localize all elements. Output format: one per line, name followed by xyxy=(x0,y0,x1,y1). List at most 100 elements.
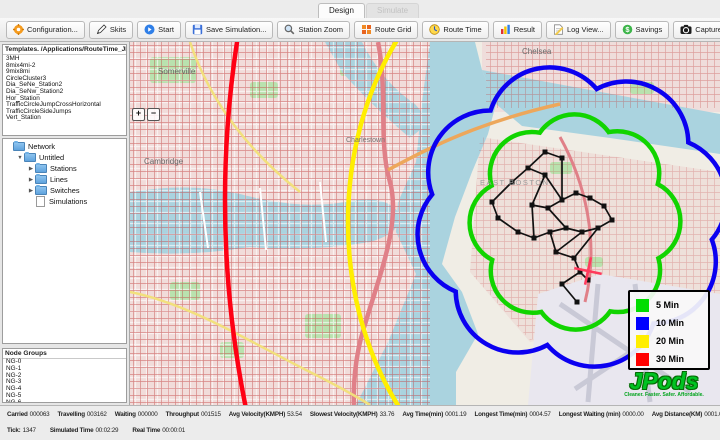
tree-item-untitled[interactable]: ▼ Untitled xyxy=(3,152,126,163)
tree-item-network[interactable]: Network xyxy=(3,141,126,152)
expander-closed-icon[interactable]: ▶ xyxy=(27,188,35,194)
network-station-node[interactable] xyxy=(490,200,495,205)
map-zoom-out-button[interactable]: − xyxy=(147,108,160,121)
network-station-node[interactable] xyxy=(574,191,579,196)
legend-row: 5 Min xyxy=(636,296,708,314)
map-zoom-control: + − xyxy=(132,108,160,121)
magnifier-icon xyxy=(284,24,295,35)
network-station-node[interactable] xyxy=(588,196,593,201)
legend-swatch xyxy=(636,335,649,348)
network-station-node[interactable] xyxy=(602,204,607,209)
status-metrics-row: Carried000063Travelling003162Waiting0000… xyxy=(0,406,720,423)
network-station-node[interactable] xyxy=(532,236,537,241)
folder-icon xyxy=(24,153,36,162)
status-metric: Avg Time(min)0001.19 xyxy=(402,411,466,418)
legend-label: 5 Min xyxy=(656,300,679,310)
route-grid-button[interactable]: Route Grid xyxy=(354,21,418,39)
status-timer: Real Time00:00:01 xyxy=(132,427,185,434)
network-station-node[interactable] xyxy=(580,230,585,235)
status-metric: Waiting000000 xyxy=(115,411,158,418)
capture-screen-button[interactable]: Capture Screen xyxy=(673,21,720,39)
node-group-item[interactable]: NG-2 xyxy=(3,373,126,380)
legend-row: 10 Min xyxy=(636,314,708,332)
route-time-button[interactable]: Route Time xyxy=(422,21,488,39)
network-station-node[interactable] xyxy=(516,230,521,235)
toolbar-button-label: Station Zoom xyxy=(298,25,343,34)
station-zoom-button[interactable]: Station Zoom xyxy=(277,21,350,39)
status-metric: Travelling003162 xyxy=(57,411,106,418)
toolbar-button-label: Result xyxy=(514,25,535,34)
tab-design[interactable]: Design xyxy=(318,3,365,19)
map-canvas[interactable]: + − 5 Min10 Min20 Min30 Min JPods Cleane… xyxy=(130,42,720,405)
node-group-item[interactable]: NG-4 xyxy=(3,386,126,393)
save-simulation-button[interactable]: Save Simulation... xyxy=(185,21,273,39)
map-zoom-in-button[interactable]: + xyxy=(132,108,145,121)
node-group-item[interactable]: NG-1 xyxy=(3,366,126,373)
network-station-node[interactable] xyxy=(572,256,577,261)
folder-icon xyxy=(35,175,47,184)
network-station-node[interactable] xyxy=(564,226,569,231)
node-group-item[interactable]: NG-3 xyxy=(3,379,126,386)
toolbar-button-label: Log View... xyxy=(567,25,604,34)
save-icon xyxy=(192,24,203,35)
templates-panel: Templates. /Applications/RouteTime_JPo..… xyxy=(2,44,127,136)
network-station-node[interactable] xyxy=(560,282,565,287)
tree-item-simulations[interactable]: Simulations xyxy=(3,196,126,207)
toolbar-button-label: Savings xyxy=(636,25,663,34)
network-station-node[interactable] xyxy=(543,173,548,178)
node-group-item[interactable]: NG-5 xyxy=(3,393,126,400)
status-timer: Tick:1347 xyxy=(7,427,36,434)
clock-icon xyxy=(429,24,440,35)
status-bar: Carried000063Travelling003162Waiting0000… xyxy=(0,405,720,440)
network-station-node[interactable] xyxy=(554,250,559,255)
skits-button[interactable]: Skits xyxy=(89,21,133,39)
node-group-item[interactable]: NG-0 xyxy=(3,359,126,366)
grid-icon xyxy=(361,24,372,35)
network-station-node[interactable] xyxy=(610,218,615,223)
legend-label: 30 Min xyxy=(656,354,684,364)
network-station-node[interactable] xyxy=(543,150,548,155)
network-station-node[interactable] xyxy=(560,198,565,203)
legend-swatch xyxy=(636,317,649,330)
node-group-item[interactable]: NG-6 xyxy=(3,400,126,403)
network-station-node[interactable] xyxy=(596,226,601,231)
expander-closed-icon[interactable]: ▶ xyxy=(27,177,35,183)
expander-open-icon[interactable]: ▼ xyxy=(16,155,24,161)
network-station-node[interactable] xyxy=(575,300,580,305)
network-station-node[interactable] xyxy=(548,230,553,235)
status-metric: Throughput001515 xyxy=(166,411,221,418)
network-station-node[interactable] xyxy=(560,156,565,161)
status-metric: Longest Waiting (min)0000.00 xyxy=(559,411,644,418)
expander-closed-icon[interactable]: ▶ xyxy=(27,166,35,172)
tree-item-stations[interactable]: ▶ Stations xyxy=(3,163,126,174)
tree-item-lines[interactable]: ▶Lines xyxy=(3,174,126,185)
tree-item-label: Untitled xyxy=(39,153,64,162)
configuration-button[interactable]: Configuration... xyxy=(6,21,85,39)
status-metric: Avg Velocity(KMPH)53.54 xyxy=(229,411,302,418)
result-button[interactable]: Result xyxy=(493,21,542,39)
network-station-node[interactable] xyxy=(496,216,501,221)
template-item[interactable]: Vert_Station xyxy=(3,115,126,122)
node-groups-list: NG-0NG-1NG-2NG-3NG-4NG-5NG-6NG-7NG-8 xyxy=(3,359,126,403)
gear-icon xyxy=(13,24,24,35)
pen-icon xyxy=(96,24,107,35)
legend-row: 20 Min xyxy=(636,332,708,350)
network-station-node[interactable] xyxy=(546,206,551,211)
tab-strip: Design Simulate xyxy=(0,0,720,19)
log-view-button[interactable]: Log View... xyxy=(546,21,611,39)
start-button[interactable]: Start xyxy=(137,21,181,39)
network-station-node[interactable] xyxy=(526,166,531,171)
node-groups-header: Node Groups xyxy=(3,349,126,359)
toolbar-button-label: Skits xyxy=(110,25,126,34)
network-tree-panel: Network ▼ Untitled ▶ Stations▶Lines▶Switches… xyxy=(2,138,127,344)
tree-item-switches[interactable]: ▶Switches xyxy=(3,185,126,196)
toolbar-button-label: Start xyxy=(158,25,174,34)
network-station-node[interactable] xyxy=(530,203,535,208)
toolbar-button-label: Capture Screen xyxy=(695,25,720,34)
tree-item-label: Network xyxy=(28,142,55,151)
toolbar-button-label: Route Time xyxy=(443,25,481,34)
savings-button[interactable]: $Savings xyxy=(615,21,670,39)
page-icon xyxy=(553,24,564,35)
status-timer: Simulated Time00:02:29 xyxy=(50,427,119,434)
tree-item-label: Stations xyxy=(50,164,77,173)
